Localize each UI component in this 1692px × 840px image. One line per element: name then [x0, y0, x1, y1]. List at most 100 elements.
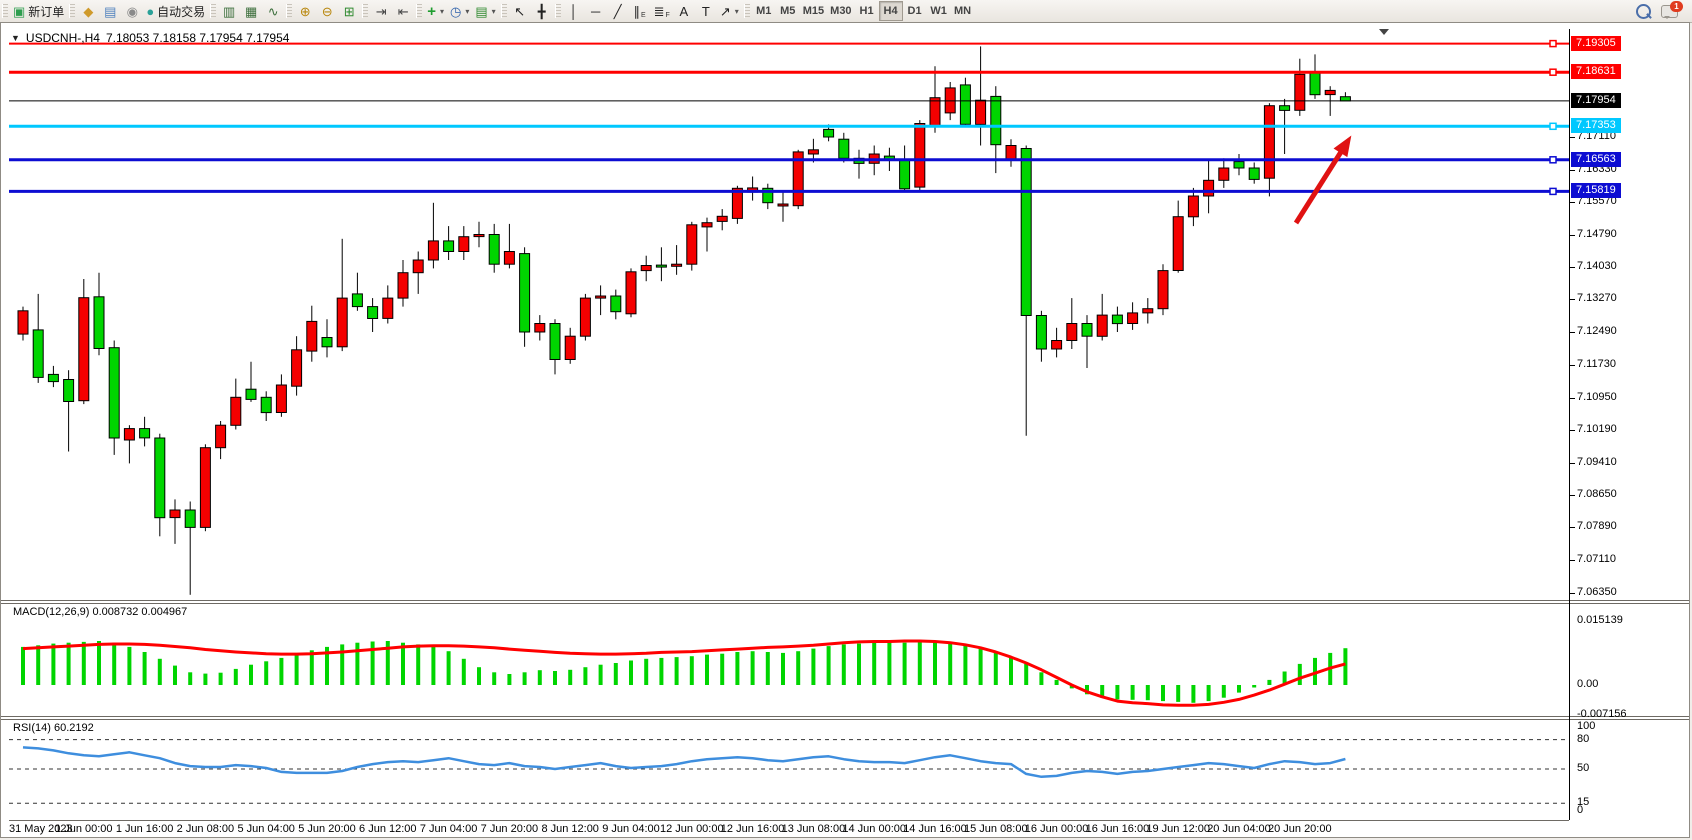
- candle-body: [292, 350, 302, 386]
- crosshair-button[interactable]: ╋: [531, 1, 553, 21]
- horizontal-line-button[interactable]: ─: [585, 1, 607, 21]
- toolbar-grip: [286, 4, 292, 18]
- collapse-one-click-icon[interactable]: ▼: [11, 33, 20, 43]
- rsi-axis-label: 0: [1577, 804, 1583, 816]
- new-order-button[interactable]: ▣新订单: [10, 1, 67, 21]
- candle-body: [1234, 162, 1244, 168]
- tf-d1-button[interactable]: D1: [903, 1, 927, 21]
- axis-tick: [1570, 495, 1575, 496]
- candlestick-icon: ▦: [245, 5, 257, 18]
- tf-m15-button[interactable]: M15: [800, 1, 827, 21]
- time-axis-label: 6 Jun 12:00: [359, 823, 417, 835]
- tf-m5-button[interactable]: M5: [776, 1, 800, 21]
- tf-w1-button[interactable]: W1: [927, 1, 951, 21]
- price-axis-label: 7.06350: [1577, 586, 1617, 598]
- chevron-down-icon: ▾: [465, 7, 469, 16]
- time-axis[interactable]: 31 May 20231 Jun 00:001 Jun 16:002 Jun 0…: [9, 820, 1569, 839]
- price-badge: 7.17353: [1571, 118, 1621, 133]
- chart-wizard-button[interactable]: ◆: [77, 1, 99, 21]
- candle-body: [1128, 313, 1138, 324]
- text-button[interactable]: A: [673, 1, 695, 21]
- candle-body: [79, 298, 89, 401]
- macd-canvas[interactable]: [9, 604, 1569, 716]
- candle-body: [94, 297, 104, 349]
- rsi-canvas[interactable]: [9, 720, 1569, 818]
- zoom-in-icon: ⊕: [300, 5, 311, 18]
- chat-icon[interactable]: 1: [1661, 5, 1678, 18]
- search-icon[interactable]: [1636, 4, 1651, 19]
- new-order-icon: ▣: [13, 5, 25, 18]
- tf-mn-label: MN: [954, 5, 971, 17]
- vertical-line-button[interactable]: │: [563, 1, 585, 21]
- price-axis-line: [1569, 29, 1570, 820]
- candle-body: [1097, 315, 1107, 336]
- main-chart-canvas[interactable]: [9, 29, 1569, 599]
- candle-body: [504, 252, 514, 265]
- axis-tick: [1570, 235, 1575, 236]
- tile-windows-button[interactable]: ⊞: [338, 1, 360, 21]
- zoom-in-button[interactable]: ⊕: [294, 1, 316, 21]
- time-axis-label: 14 Jun 16:00: [903, 823, 967, 835]
- fibonacci-button[interactable]: ≣F: [651, 1, 673, 21]
- chart-end-marker-icon: [1379, 29, 1389, 40]
- axis-tick: [1570, 170, 1575, 171]
- tf-m1-button[interactable]: M1: [752, 1, 776, 21]
- equidistant-channel-button[interactable]: ∥E: [629, 1, 651, 21]
- tf-h4-button[interactable]: H4: [879, 1, 903, 21]
- candle-body: [960, 85, 970, 124]
- chart-window: ▼ USDCNH-,H4 7.18053 7.18158 7.17954 7.1…: [0, 22, 1690, 838]
- annotation-arrow-head: [1334, 136, 1352, 158]
- tf-h1-button[interactable]: H1: [855, 1, 879, 21]
- bar-chart-mode-button[interactable]: ▥: [218, 1, 240, 21]
- candle-body: [216, 425, 226, 448]
- toolbar-grip: [362, 4, 368, 18]
- signals-button[interactable]: ◉: [121, 1, 143, 21]
- candle-body: [1310, 73, 1320, 95]
- toolbar-grip: [69, 4, 75, 18]
- auto-scroll-button[interactable]: ⇥: [370, 1, 392, 21]
- candle-body: [1006, 146, 1016, 161]
- chart-shift-button[interactable]: ⇤: [392, 1, 414, 21]
- candle-body: [1036, 316, 1046, 350]
- candle-body: [124, 429, 134, 440]
- chevron-down-icon: ▾: [492, 7, 496, 16]
- candle-body: [231, 397, 241, 425]
- candle-body: [520, 254, 530, 332]
- price-axis-label: 7.09410: [1577, 456, 1617, 468]
- tf-m15-label: M15: [803, 5, 824, 17]
- candle-body: [155, 438, 165, 518]
- price-axis-label: 7.07110: [1577, 553, 1616, 565]
- toolbar-group: ▥ ▦ ∿: [218, 0, 284, 22]
- templates-button[interactable]: ▤▾: [472, 1, 498, 21]
- autotrading-button[interactable]: ●自动交易: [143, 1, 208, 21]
- line-chart-mode-button[interactable]: ∿: [262, 1, 284, 21]
- rsi-axis-label: 50: [1577, 762, 1589, 774]
- candle-body: [444, 241, 454, 252]
- arrows-tool-button[interactable]: ↗▾: [717, 1, 742, 21]
- tf-d1-label: D1: [908, 5, 922, 17]
- text-label-button[interactable]: T: [695, 1, 717, 21]
- candle-body: [1204, 180, 1214, 196]
- price-badge: 7.18631: [1571, 64, 1621, 79]
- profiles-button[interactable]: ▤: [99, 1, 121, 21]
- toolbar-group: ↖╋: [509, 0, 553, 22]
- trendline-button[interactable]: ╱: [607, 1, 629, 21]
- axis-tick: [1570, 202, 1575, 203]
- autotrading-icon: ●: [146, 5, 154, 18]
- vertical-line-icon: │: [570, 5, 578, 18]
- candle-body: [261, 397, 271, 412]
- indicators-button[interactable]: +▾: [424, 1, 447, 21]
- price-axis-label: 7.07890: [1577, 520, 1617, 532]
- ohlc-values: 7.18053 7.18158 7.17954 7.17954: [106, 31, 290, 45]
- candlestick-mode-button[interactable]: ▦: [240, 1, 262, 21]
- zoom-out-button[interactable]: ⊖: [316, 1, 338, 21]
- cursor-button[interactable]: ↖: [509, 1, 531, 21]
- rsi-line: [23, 747, 1345, 776]
- periods-button[interactable]: ◷▾: [447, 1, 472, 21]
- tf-m30-button[interactable]: M30: [827, 1, 854, 21]
- candle-body: [717, 216, 727, 221]
- line-chart-icon: ∿: [268, 5, 279, 18]
- time-axis-label: 8 Jun 12:00: [541, 823, 599, 835]
- tf-mn-button[interactable]: MN: [951, 1, 975, 21]
- toolbar-grip: [416, 4, 422, 18]
